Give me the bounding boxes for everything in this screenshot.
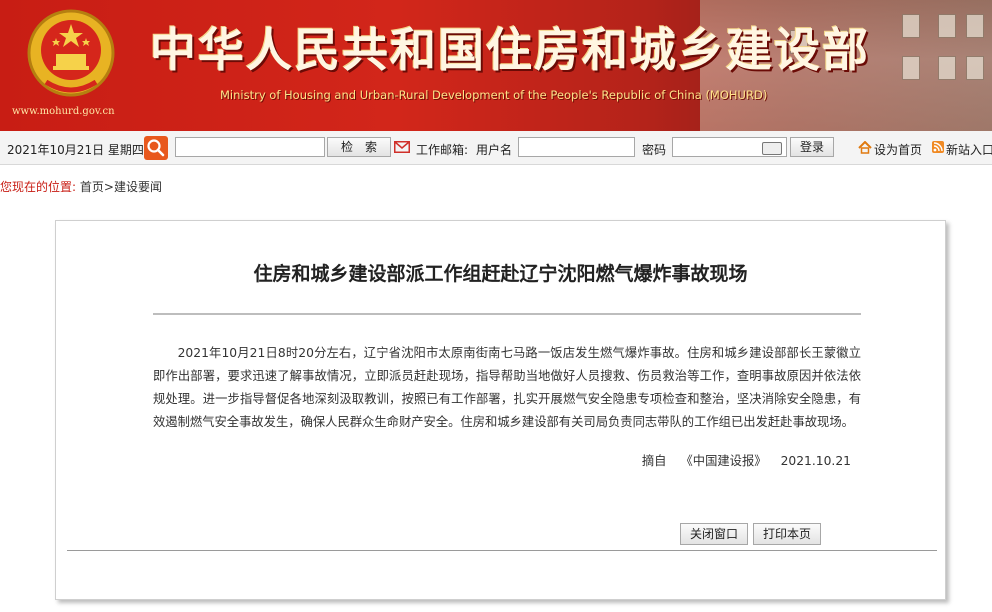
set-homepage-link[interactable]: 设为首页 <box>874 141 922 158</box>
mail-icon <box>394 141 410 153</box>
article-date: 2021.10.21 <box>780 454 851 468</box>
top-toolbar: 2021年10月21日 星期四 检 索 工作邮箱: 用户名 密码 登录 设为首页… <box>0 131 992 165</box>
keyboard-icon[interactable] <box>762 142 782 155</box>
search-button[interactable]: 检 索 <box>327 137 391 157</box>
breadcrumb-label: 您现在的位置: <box>0 180 77 194</box>
breadcrumb-separator: > <box>103 180 114 194</box>
username-label: 用户名 <box>476 143 513 157</box>
title-divider <box>153 313 861 315</box>
site-url: www.mohurd.gov.cn <box>12 106 115 117</box>
bottom-divider <box>67 550 937 551</box>
search-input[interactable] <box>175 137 325 157</box>
building-window <box>966 56 984 80</box>
source-prefix: 摘自 <box>641 454 667 468</box>
building-window <box>902 56 920 80</box>
source-name: 《中国建设报》 <box>680 454 767 468</box>
site-english-title: Ministry of Housing and Urban-Rural Deve… <box>220 88 768 102</box>
breadcrumb-home-link[interactable]: 首页 <box>80 180 104 194</box>
article-source: 摘自 《中国建设报》 2021.10.21 <box>628 451 851 469</box>
password-label: 密码 <box>642 143 667 157</box>
breadcrumb: 您现在的位置: 首页>建设要闻 <box>0 178 162 195</box>
site-title: 中华人民共和国住房和城乡建设部 <box>150 23 870 77</box>
rss-icon <box>932 141 944 153</box>
search-icon[interactable] <box>144 136 168 160</box>
article-panel: 住房和城乡建设部派工作组赶赴辽宁沈阳燃气爆炸事故现场 2021年10月21日8时… <box>55 220 946 600</box>
building-window <box>938 56 956 80</box>
new-site-entry-link[interactable]: 新站入口 <box>946 141 992 158</box>
print-page-button[interactable]: 打印本页 <box>753 523 821 545</box>
article-title: 住房和城乡建设部派工作组赶赴辽宁沈阳燃气爆炸事故现场 <box>253 263 748 285</box>
breadcrumb-section-link[interactable]: 建设要闻 <box>114 180 162 194</box>
login-button[interactable]: 登录 <box>790 137 834 157</box>
close-window-button[interactable]: 关闭窗口 <box>680 523 748 545</box>
site-banner: www.mohurd.gov.cn 中华人民共和国住房和城乡建设部 Minist… <box>0 0 992 131</box>
work-mail-label: 工作邮箱: <box>416 143 469 157</box>
national-emblem-icon <box>27 9 115 97</box>
building-window <box>902 14 920 38</box>
home-icon <box>858 141 872 154</box>
building-window <box>966 14 984 38</box>
username-field[interactable] <box>518 137 635 157</box>
article-body: 2021年10月21日8时20分左右，辽宁省沈阳市太原南街南七马路一饭店发生燃气… <box>153 346 861 429</box>
building-window <box>938 14 956 38</box>
password-field[interactable] <box>672 137 787 157</box>
current-date: 2021年10月21日 星期四 <box>7 143 144 157</box>
